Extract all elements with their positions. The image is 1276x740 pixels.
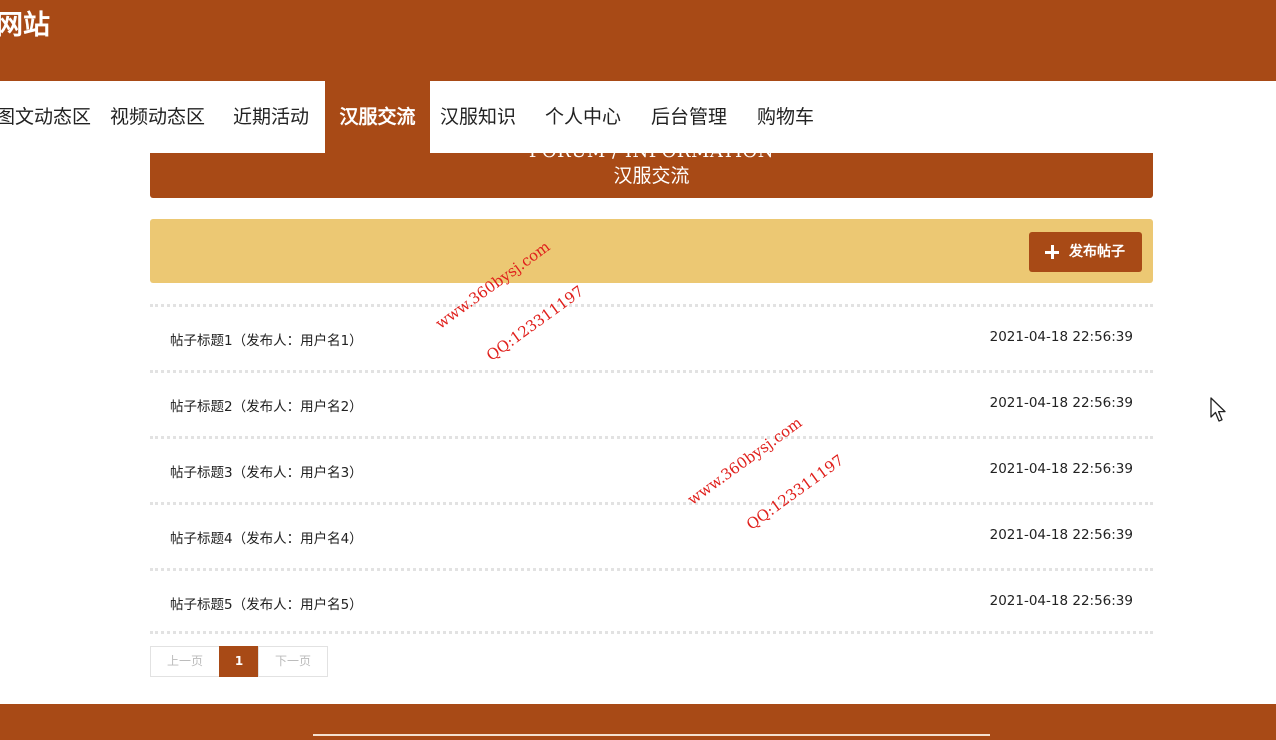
site-header: 网站 — [0, 0, 1276, 81]
post-row[interactable]: 帖子标题4（发布人：用户名4） 2021-04-18 22:56:39 — [150, 502, 1153, 568]
post-title[interactable]: 帖子标题1（发布人：用户名1） — [170, 329, 363, 349]
mouse-cursor-icon — [1210, 397, 1226, 422]
footer-divider — [313, 734, 990, 736]
post-row[interactable]: 帖子标题3（发布人：用户名3） 2021-04-18 22:56:39 — [150, 436, 1153, 502]
post-time: 2021-04-18 22:56:39 — [989, 527, 1133, 543]
nav-item-video[interactable]: 视频动态区 — [110, 81, 205, 153]
prev-page-button[interactable]: 上一页 — [150, 646, 220, 677]
nav-item-personal-center[interactable]: 个人中心 — [545, 81, 621, 153]
post-row[interactable]: 帖子标题5（发布人：用户名5） 2021-04-18 22:56:39 — [150, 568, 1153, 634]
nav-item-admin[interactable]: 后台管理 — [651, 81, 727, 153]
nav-item-activities[interactable]: 近期活动 — [233, 81, 309, 153]
nav-item-image-text[interactable]: 图文动态区 — [0, 81, 91, 153]
nav-item-hanfu-knowledge[interactable]: 汉服知识 — [440, 81, 516, 153]
nav-item-cart[interactable]: 购物车 — [757, 81, 814, 153]
section-title-bar: FORUM / INFORMATION 汉服交流 — [150, 153, 1153, 198]
forum-toolbar: 发布帖子 — [150, 219, 1153, 283]
post-title[interactable]: 帖子标题3（发布人：用户名3） — [170, 461, 363, 481]
section-title-en: FORUM / INFORMATION — [150, 153, 1153, 163]
post-time: 2021-04-18 22:56:39 — [989, 329, 1133, 345]
post-row[interactable]: 帖子标题1（发布人：用户名1） 2021-04-18 22:56:39 — [150, 304, 1153, 370]
site-footer — [0, 704, 1276, 740]
post-time: 2021-04-18 22:56:39 — [989, 461, 1133, 477]
plus-icon — [1045, 245, 1059, 259]
publish-post-button[interactable]: 发布帖子 — [1029, 232, 1142, 272]
section-title-cn: 汉服交流 — [613, 165, 690, 187]
post-row[interactable]: 帖子标题2（发布人：用户名2） 2021-04-18 22:56:39 — [150, 370, 1153, 436]
publish-post-label: 发布帖子 — [1069, 244, 1125, 260]
post-time: 2021-04-18 22:56:39 — [989, 395, 1133, 411]
post-title[interactable]: 帖子标题2（发布人：用户名2） — [170, 395, 363, 415]
main-nav: 图文动态区 视频动态区 近期活动 汉服交流 汉服知识 个人中心 后台管理 购物车 — [0, 81, 1276, 153]
next-page-button[interactable]: 下一页 — [258, 646, 328, 677]
post-title[interactable]: 帖子标题4（发布人：用户名4） — [170, 527, 363, 547]
post-time: 2021-04-18 22:56:39 — [989, 593, 1133, 609]
post-title[interactable]: 帖子标题5（发布人：用户名5） — [170, 593, 363, 613]
nav-item-hanfu-forum[interactable]: 汉服交流 — [325, 81, 430, 153]
post-list: 帖子标题1（发布人：用户名1） 2021-04-18 22:56:39 帖子标题… — [150, 304, 1153, 634]
current-page-button[interactable]: 1 — [219, 646, 259, 677]
site-title: 网站 — [0, 10, 50, 41]
